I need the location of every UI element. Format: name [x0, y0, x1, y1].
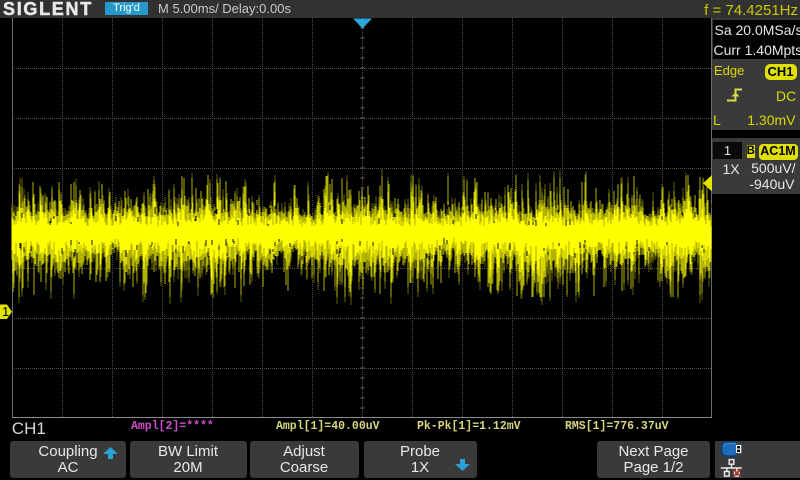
svg-text:1: 1 — [2, 304, 9, 319]
